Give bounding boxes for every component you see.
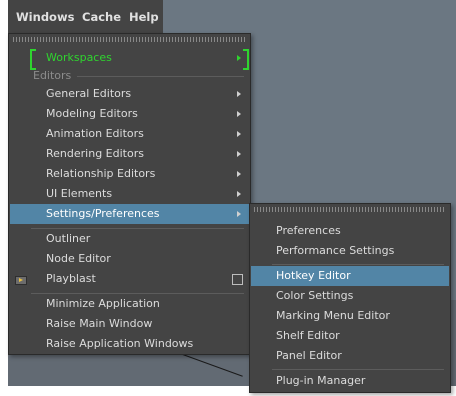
menu-item-raise-main-window[interactable]: Raise Main Window (10, 314, 249, 334)
menu-item-performance-settings[interactable]: Performance Settings (251, 241, 449, 261)
menu-item-label: Shelf Editor (276, 329, 340, 342)
menu-item-label: Animation Editors (46, 127, 144, 140)
chevron-right-icon (237, 131, 241, 137)
menu-windows[interactable]: Windows (16, 10, 74, 24)
menu-item-raise-application-windows[interactable]: Raise Application Windows (10, 334, 249, 354)
editors-section-header: Editors (33, 69, 71, 83)
chevron-right-icon (237, 171, 241, 177)
chevron-right-icon (237, 55, 241, 61)
tearoff-handle[interactable] (13, 37, 246, 42)
menu-item-shelf-editor[interactable]: Shelf Editor (251, 326, 449, 346)
menu-item-marking-menu-editor[interactable]: Marking Menu Editor (251, 306, 449, 326)
tearoff-handle[interactable] (254, 207, 446, 212)
playblast-icon (15, 276, 27, 285)
menu-divider (272, 264, 444, 265)
menu-item-label: Outliner (46, 232, 91, 245)
menu-item-playblast[interactable]: Playblast (10, 269, 249, 289)
menu-item-ui-elements[interactable]: UI Elements (10, 184, 249, 204)
menu-item-minimize-application[interactable]: Minimize Application (10, 294, 249, 314)
menu-item-label: Marking Menu Editor (276, 309, 390, 322)
menu-item-modeling-editors[interactable]: Modeling Editors (10, 104, 249, 124)
menu-item-label: Color Settings (276, 289, 354, 302)
menu-item-color-settings[interactable]: Color Settings (251, 286, 449, 306)
menu-item-label: Rendering Editors (46, 147, 144, 160)
editors-section-label: Editors (33, 69, 72, 82)
workspaces-label: Workspaces (46, 51, 112, 64)
menu-item-label: Playblast (46, 272, 96, 285)
menu-item-label: Modeling Editors (46, 107, 138, 120)
menu-cache[interactable]: Cache (82, 10, 121, 24)
menu-item-label: Settings/Preferences (46, 207, 160, 220)
menu-item-animation-editors[interactable]: Animation Editors (10, 124, 249, 144)
menu-item-rendering-editors[interactable]: Rendering Editors (10, 144, 249, 164)
chevron-right-icon (237, 91, 241, 97)
chevron-right-icon (237, 111, 241, 117)
chevron-right-icon (237, 151, 241, 157)
menu-item-panel-editor[interactable]: Panel Editor (251, 346, 449, 366)
menu-item-label: Performance Settings (276, 244, 395, 257)
menu-bar: Windows Cache Help (8, 0, 163, 33)
workspaces-bracket-right-icon (243, 49, 249, 70)
menu-item-label: Relationship Editors (46, 167, 156, 180)
menu-item-label: Node Editor (46, 252, 111, 265)
section-divider (77, 76, 244, 77)
windows-menu: Workspaces Editors General Editors Model… (8, 33, 251, 355)
menu-item-hotkey-editor[interactable]: Hotkey Editor (251, 266, 449, 286)
chevron-right-icon (237, 211, 241, 217)
menu-item-label: Preferences (276, 224, 341, 237)
menu-item-relationship-editors[interactable]: Relationship Editors (10, 164, 249, 184)
menu-divider (272, 369, 444, 370)
menu-item-label: Minimize Application (46, 297, 160, 310)
menu-item-outliner[interactable]: Outliner (10, 229, 249, 249)
menu-item-plugin-manager[interactable]: Plug-in Manager (251, 371, 449, 391)
menu-item-label: Plug-in Manager (276, 374, 366, 387)
menu-item-label: Hotkey Editor (276, 269, 351, 282)
menu-item-settings-preferences[interactable]: Settings/Preferences (10, 204, 249, 224)
menu-item-node-editor[interactable]: Node Editor (10, 249, 249, 269)
menu-item-label: UI Elements (46, 187, 113, 200)
menu-item-label: Panel Editor (276, 349, 342, 362)
menu-item-label: Raise Application Windows (46, 337, 194, 350)
settings-preferences-submenu: Preferences Performance Settings Hotkey … (249, 203, 451, 393)
menu-help[interactable]: Help (129, 10, 159, 24)
menu-item-general-editors[interactable]: General Editors (10, 84, 249, 104)
menu-item-workspaces[interactable]: Workspaces (10, 48, 249, 68)
menu-item-label: General Editors (46, 87, 132, 100)
menu-item-preferences[interactable]: Preferences (251, 221, 449, 241)
chevron-right-icon (237, 191, 241, 197)
menu-item-label: Raise Main Window (46, 317, 153, 330)
playblast-options-checkbox-icon[interactable] (232, 274, 243, 285)
